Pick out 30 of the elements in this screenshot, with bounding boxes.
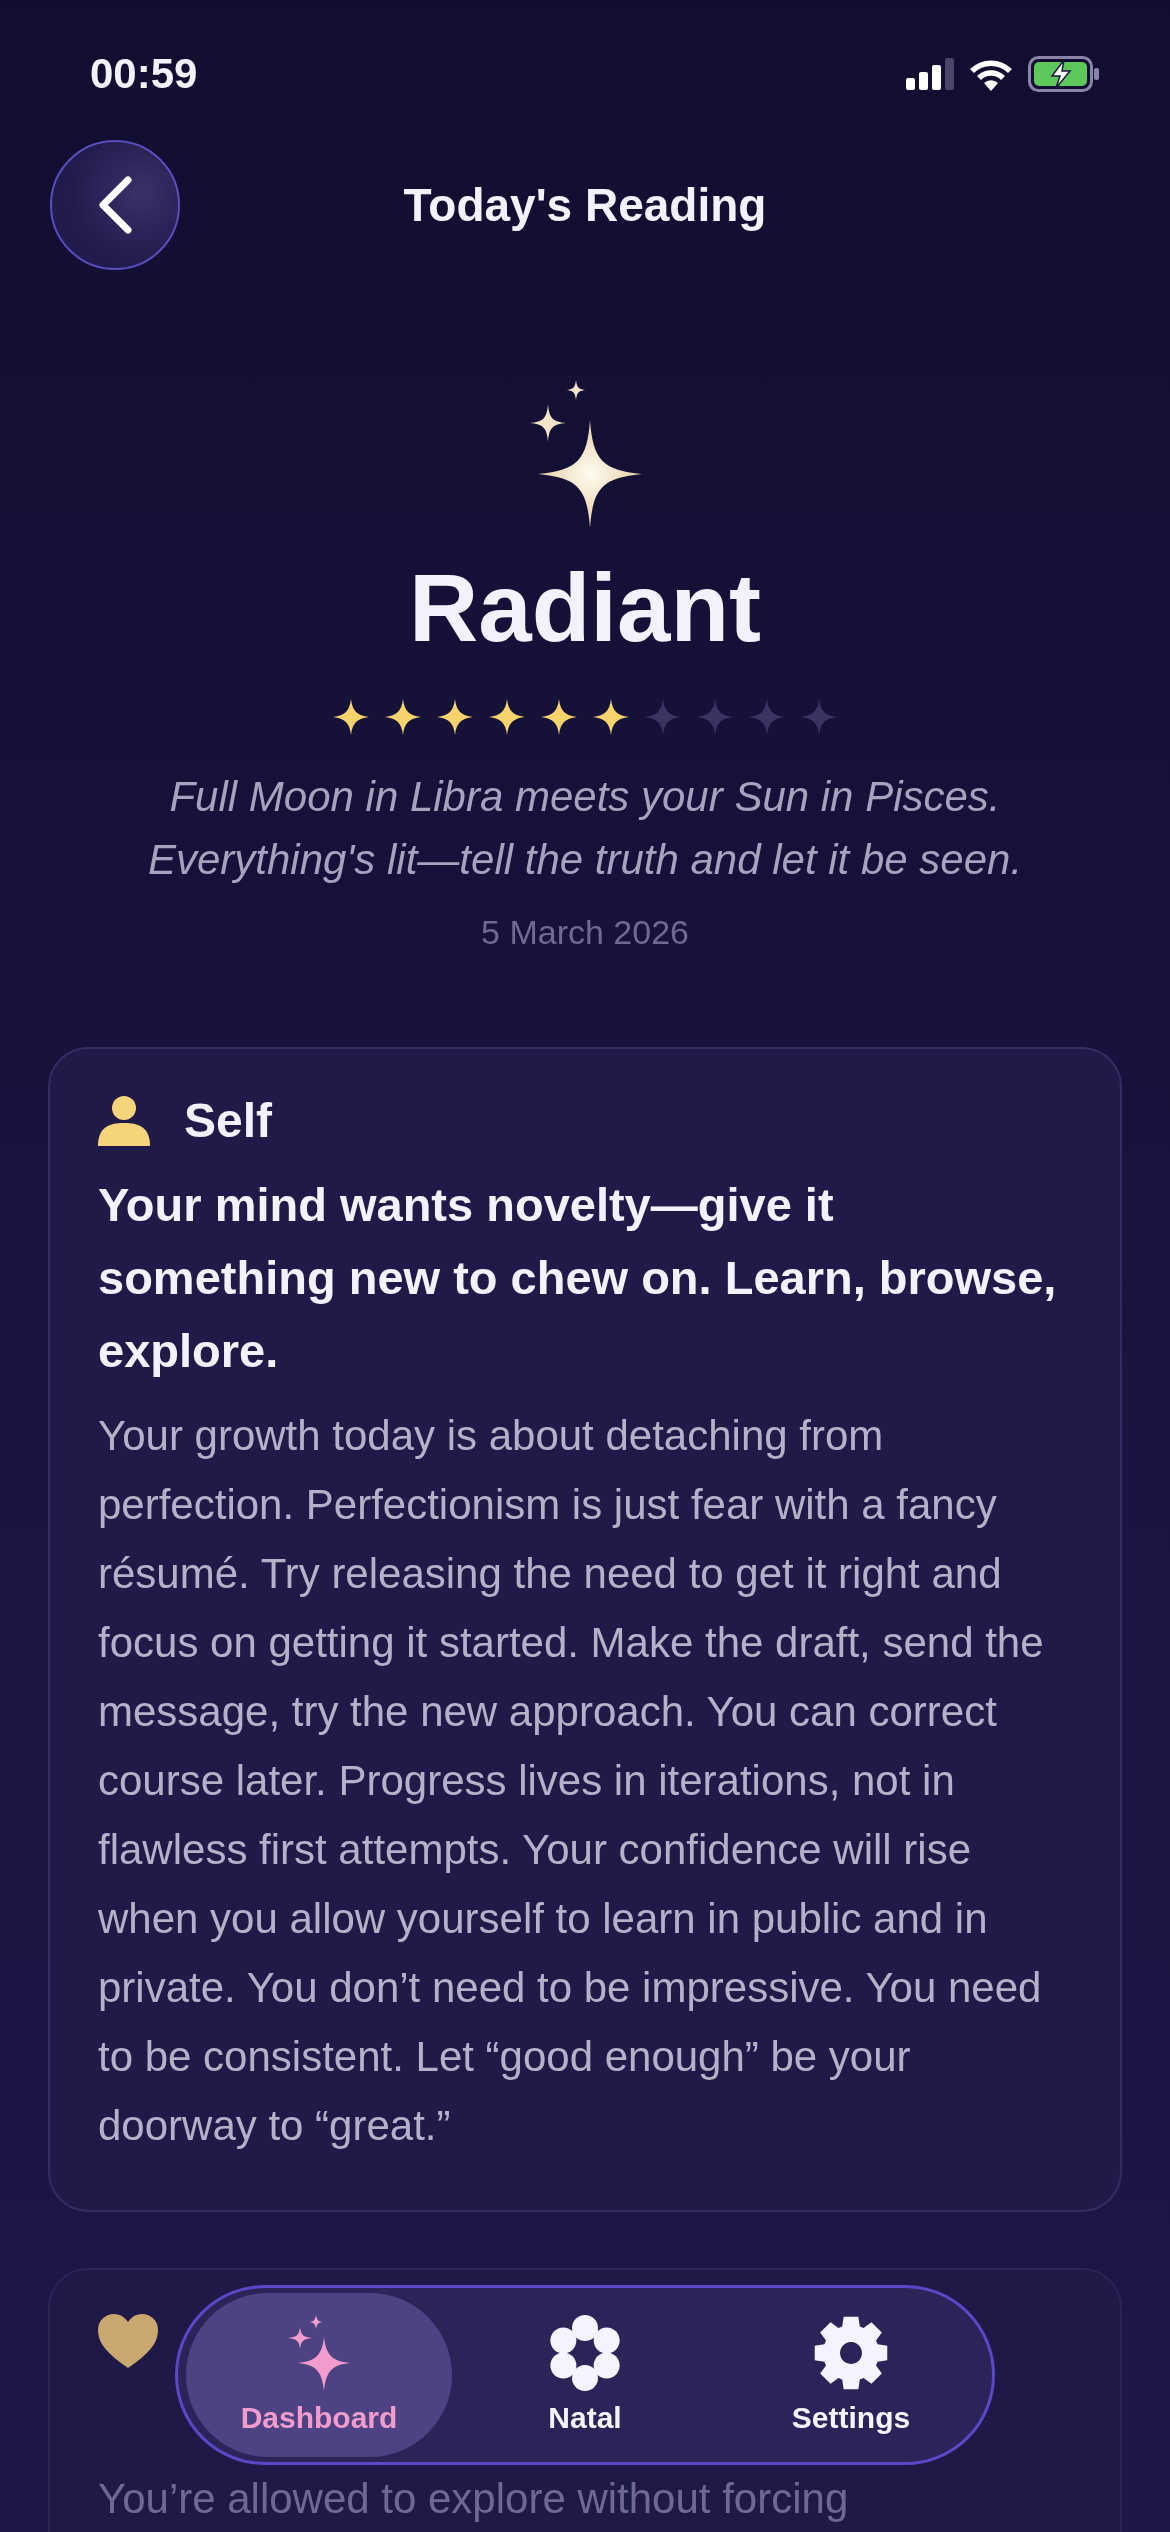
signal-icon xyxy=(906,58,954,90)
reading-date: 5 March 2026 xyxy=(481,913,689,953)
wifi-icon xyxy=(968,57,1014,91)
star-icon xyxy=(541,699,577,736)
tab-button[interactable]: Settings xyxy=(718,2293,984,2457)
tab-button[interactable]: Dashboard xyxy=(186,2293,452,2457)
flower-icon xyxy=(547,2315,623,2391)
person-icon xyxy=(98,1095,150,1146)
star-icon xyxy=(333,699,369,736)
star-icon xyxy=(437,699,473,736)
status-time: 00:59 xyxy=(90,50,198,98)
mood-title: Radiant xyxy=(409,553,761,663)
star-icon xyxy=(645,699,681,736)
card-title: Self xyxy=(184,1093,273,1149)
card-headline: Your mind wants novelty—give it something new to chew on. Learn, browse, explore. xyxy=(98,1177,1058,1380)
star-icon xyxy=(749,699,785,736)
heart-icon xyxy=(98,2314,158,2369)
reading-summary: Full Moon in Libra meets your Sun in Pisces. Everything's lit—tell the truth and let it be seen. xyxy=(146,772,1024,886)
star-icon xyxy=(385,699,421,736)
card-text: You’re allowed to explore without forcing xyxy=(98,2474,850,2525)
star-icon xyxy=(489,699,525,736)
star-icon xyxy=(697,699,733,736)
chevron-left-icon xyxy=(98,176,132,234)
settings-icon xyxy=(813,2315,889,2391)
screen-title: Today's Reading xyxy=(403,178,767,232)
card-text: Your growth today is about detaching from perfection. Perfectionism is just fear with a fancy résumé. Try releasing the need to get it right and focus on getting it started. Make the draft, send the message, try the new approach. You can correct course later. Progress lives in iterations, not in flawless first attempts. Your confidence will rise when you allow yourself to learn in public and in private. You don’t need to be impressive. You need to be consistent. Let “good enough” be your doorway to “great.” xyxy=(98,1411,1045,2152)
star-icon xyxy=(593,699,629,736)
tab-button[interactable]: Natal xyxy=(452,2293,718,2457)
star-icon xyxy=(801,699,837,736)
battery-icon xyxy=(1028,56,1100,92)
